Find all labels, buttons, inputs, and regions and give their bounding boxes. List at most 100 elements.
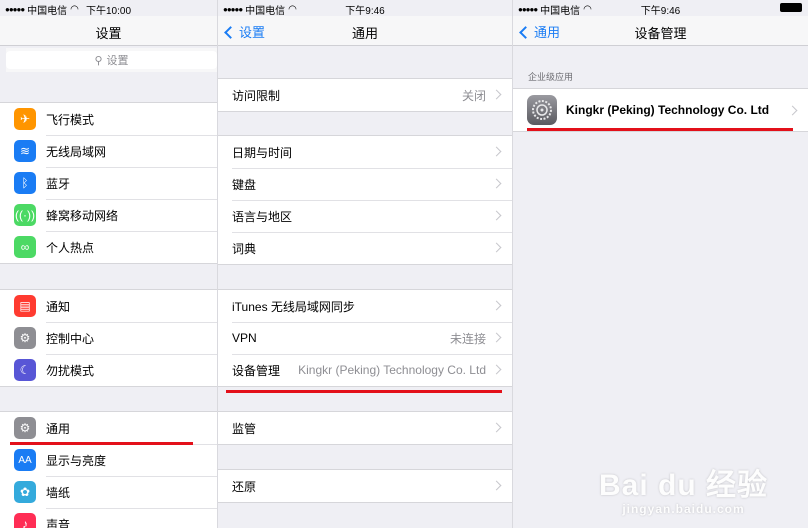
wifi-icon: ≋: [14, 140, 36, 162]
row-label: 词典: [232, 241, 257, 256]
row-language-region[interactable]: 语言与地区: [218, 200, 512, 232]
row-vpn[interactable]: VPN 未连接: [218, 322, 512, 354]
bluetooth-icon: ᛒ: [14, 172, 36, 194]
chevron-right-icon: [491, 364, 502, 375]
search-icon: ⚲: [94, 54, 103, 67]
row-reset[interactable]: 还原: [218, 470, 512, 502]
row-label: 控制中心: [46, 331, 95, 346]
settings-gear-app-icon: [527, 95, 557, 125]
enterprise-app-row[interactable]: Kingkr (Peking) Technology Co. Ltd: [513, 88, 808, 132]
status-bar: ●●●●● 中国电信 ◠ 下午10:00: [0, 0, 217, 17]
row-label: 显示与亮度: [46, 453, 107, 468]
row-label: 访问限制: [232, 88, 281, 103]
row-label: 日期与时间: [232, 145, 293, 160]
settings-row-wifi[interactable]: ≋ 无线局域网: [0, 135, 217, 167]
settings-row-cellular[interactable]: ((·)) 蜂窝移动网络: [0, 199, 217, 231]
status-time: 下午9:46: [640, 6, 681, 17]
row-label: 语言与地区: [232, 209, 293, 224]
supervision-group: 监管: [218, 411, 512, 445]
chevron-right-icon: [491, 422, 502, 433]
row-label: 设备管理: [232, 363, 281, 378]
device-management-panel: ●●●●● 中国电信 ◠ 下午9:46 通用 设备管理 企业级应用 Kingkr…: [512, 0, 808, 528]
row-label: 通知: [46, 299, 71, 314]
watermark-url: jingyan.baidu.com: [622, 502, 745, 516]
navigation-bar: 设置 通用: [218, 16, 512, 46]
search-placeholder: 设置: [106, 55, 129, 67]
settings-row-do-not-disturb[interactable]: ☾ 勿扰模式: [0, 354, 217, 386]
row-label: 无线局域网: [46, 144, 107, 159]
row-value: Kingkr (Peking) Technology Co. Ltd: [298, 363, 486, 377]
general-panel: ●●●●● 中国电信 ◠ 下午9:46 设置 通用 访问限制 关闭 日期与时间: [217, 0, 512, 528]
notifications-group: ▤ 通知 ⚙ 控制中心 ☾ 勿扰模式: [0, 289, 217, 387]
row-keyboard[interactable]: 键盘: [218, 168, 512, 200]
row-label: 墙纸: [46, 485, 71, 500]
wallpaper-icon: ✿: [14, 481, 36, 503]
chevron-right-icon: [491, 146, 502, 157]
display-icon: AA: [14, 449, 36, 471]
settings-row-bluetooth[interactable]: ᛒ 蓝牙: [0, 167, 217, 199]
row-label: 监管: [232, 421, 257, 436]
watermark-logo: Bai du 经验: [598, 469, 768, 502]
chevron-right-icon: [491, 480, 502, 491]
highlight-underline: [226, 390, 502, 393]
watermark: Bai du 经验 jingyan.baidu.com: [599, 460, 768, 516]
row-label: 飞行模式: [46, 112, 95, 127]
general-group: ⚙ 通用 AA 显示与亮度 ✿ 墙纸 ♪ 声音: [0, 411, 217, 528]
restrictions-group: 访问限制 关闭: [218, 78, 512, 112]
chevron-right-icon: [491, 300, 502, 311]
page-title: 设备管理: [634, 26, 687, 41]
page-title: 设置: [95, 26, 122, 41]
row-label: iTunes 无线局域网同步: [232, 299, 355, 314]
settings-row-display[interactable]: AA 显示与亮度: [0, 444, 217, 476]
row-date-time[interactable]: 日期与时间: [218, 136, 512, 168]
settings-row-airplane[interactable]: ✈ 飞行模式: [0, 103, 217, 135]
section-header: 企业级应用: [528, 72, 574, 82]
sound-icon: ♪: [14, 513, 36, 528]
app-label: Kingkr (Peking) Technology Co. Ltd: [566, 103, 770, 117]
row-value: 关闭: [461, 88, 486, 103]
settings-row-wallpaper[interactable]: ✿ 墙纸: [0, 476, 217, 508]
status-time: 下午9:46: [345, 6, 385, 17]
settings-row-hotspot[interactable]: ∞ 个人热点: [0, 231, 217, 263]
row-label: 键盘: [232, 177, 257, 192]
row-label: 还原: [232, 479, 257, 494]
chevron-right-icon: [491, 332, 502, 343]
settings-row-general[interactable]: ⚙ 通用: [0, 412, 217, 444]
status-bar: ●●●●● 中国电信 ◠ 下午9:46: [513, 0, 808, 17]
settings-row-sound[interactable]: ♪ 声音: [0, 508, 217, 528]
chevron-right-icon: [491, 178, 502, 189]
highlight-underline: [10, 442, 193, 445]
status-bar: ●●●●● 中国电信 ◠ 下午9:46: [218, 0, 512, 17]
row-label: 声音: [46, 517, 71, 528]
control-center-icon: ⚙: [14, 327, 36, 349]
search-bar: ⚲ 设置: [6, 48, 217, 72]
chevron-right-icon: [491, 210, 502, 221]
search-input[interactable]: ⚲ 设置: [6, 51, 217, 69]
gear-icon: ⚙: [14, 417, 36, 439]
hotspot-icon: ∞: [14, 236, 36, 258]
settings-panel: ●●●●● 中国电信 ◠ 下午10:00 设置 ⚲ 设置 ✈ 飞行模式 ≋ 无线…: [0, 0, 217, 528]
screenshot-composite: ●●●●● 中国电信 ◠ 下午10:00 设置 ⚲ 设置 ✈ 飞行模式 ≋ 无线…: [0, 0, 808, 528]
row-label: 个人热点: [46, 240, 95, 255]
notifications-icon: ▤: [14, 295, 36, 317]
row-value: 未连接: [449, 331, 486, 346]
navigation-bar: 通用 设备管理: [513, 16, 808, 46]
chevron-right-icon: [787, 105, 798, 116]
page-title: 通用: [351, 26, 378, 41]
settings-row-notifications[interactable]: ▤ 通知: [0, 290, 217, 322]
row-dictionary[interactable]: 词典: [218, 232, 512, 264]
row-restrictions[interactable]: 访问限制 关闭: [218, 79, 512, 111]
settings-row-control-center[interactable]: ⚙ 控制中心: [0, 322, 217, 354]
battery-icon: [780, 3, 802, 12]
row-label: 勿扰模式: [46, 363, 95, 378]
row-supervision[interactable]: 监管: [218, 412, 512, 444]
row-device-management[interactable]: 设备管理 Kingkr (Peking) Technology Co. Ltd: [218, 354, 512, 386]
row-label: VPN: [232, 331, 257, 345]
highlight-underline: [527, 128, 793, 131]
navigation-bar: 设置: [0, 16, 217, 46]
chevron-right-icon: [491, 242, 502, 253]
connectivity-group: ✈ 飞行模式 ≋ 无线局域网 ᛒ 蓝牙 ((·)) 蜂窝移动网络 ∞ 个人热点: [0, 102, 217, 264]
row-label: 蜂窝移动网络: [46, 208, 119, 223]
chevron-right-icon: [491, 89, 502, 100]
row-itunes-sync[interactable]: iTunes 无线局域网同步: [218, 290, 512, 322]
